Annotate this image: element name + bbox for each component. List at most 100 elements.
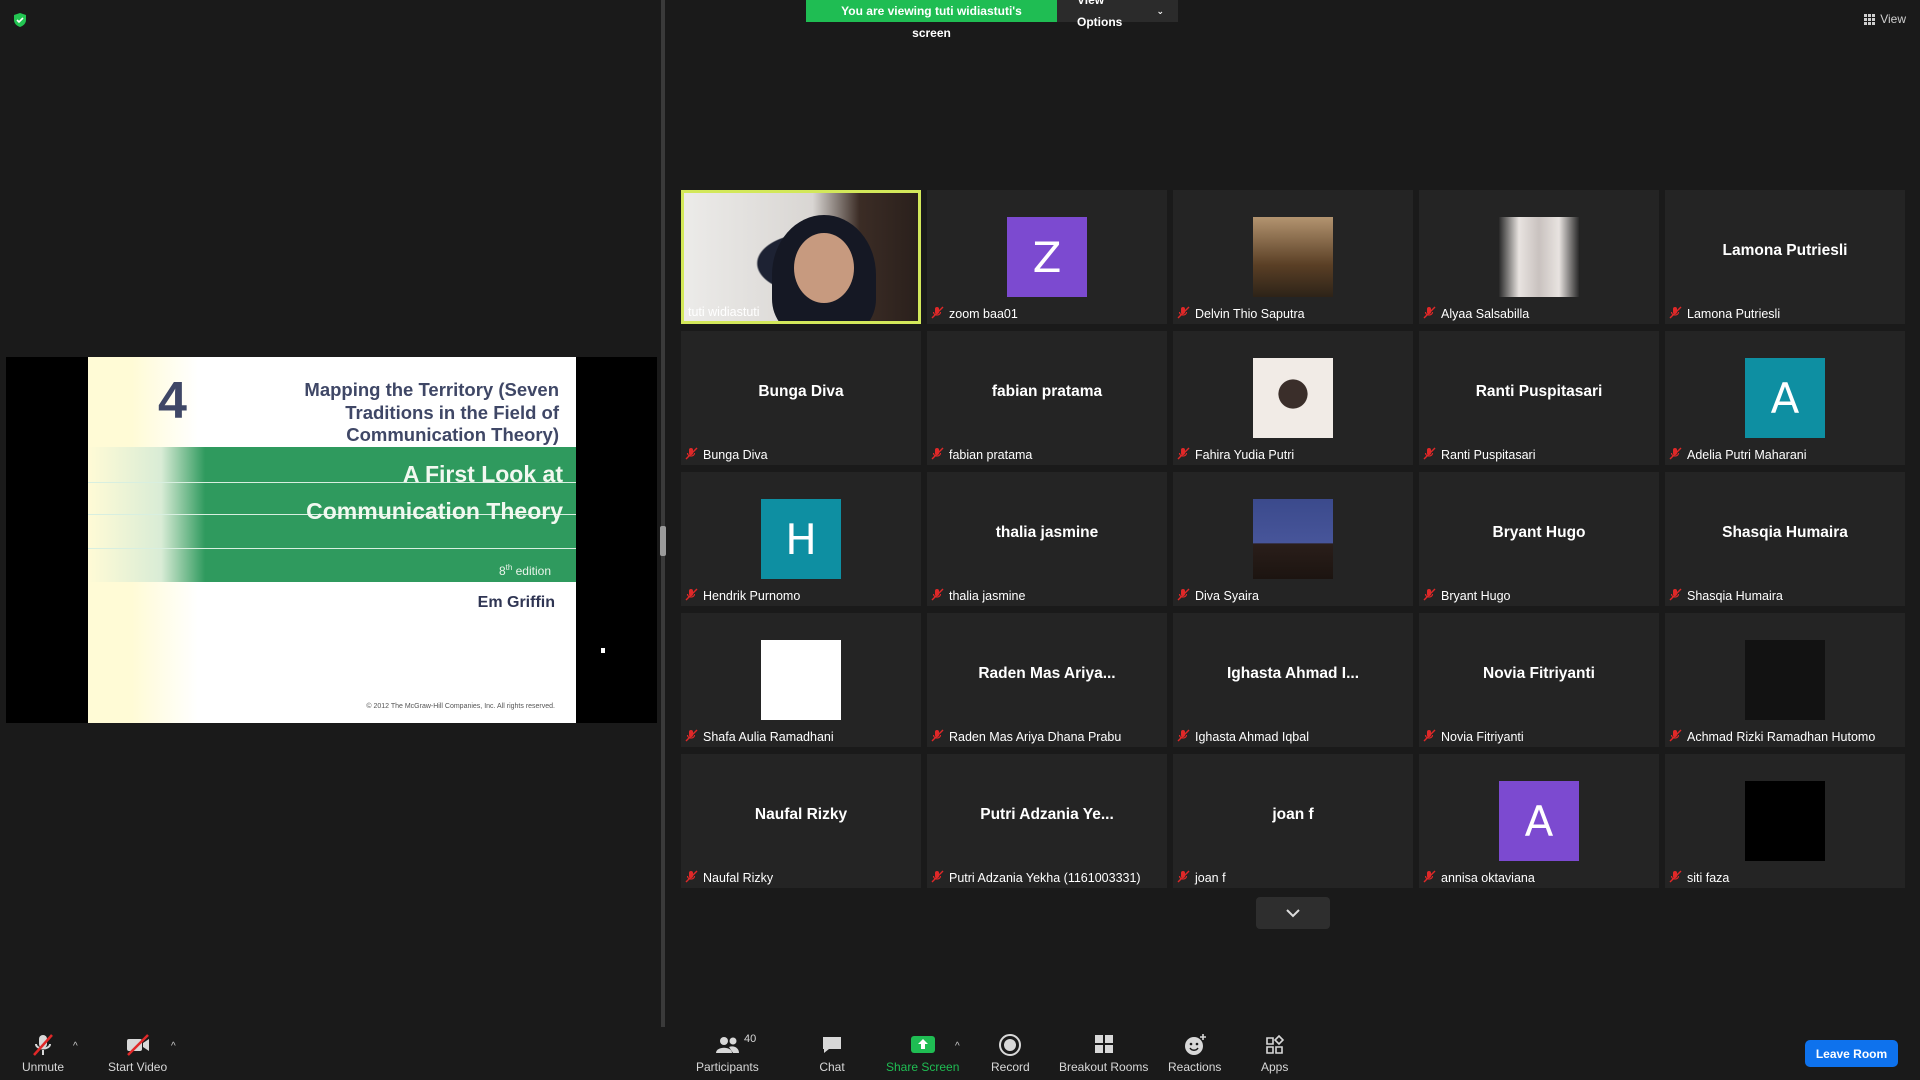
participant-display-name: Lamona Putriesli (1722, 242, 1848, 259)
muted-microphone-icon (685, 729, 698, 745)
participant-tile[interactable]: Diva Syaira (1173, 472, 1413, 606)
participant-display-name: Shasqia Humaira (1722, 524, 1848, 541)
muted-microphone-icon (931, 447, 944, 463)
panel-divider[interactable] (661, 0, 665, 1027)
avatar: H (761, 499, 841, 579)
participant-tile[interactable]: Ighasta Ahmad I... Ighasta Ahmad Iqbal (1173, 613, 1413, 747)
share-screen-label: Share Screen (886, 1060, 960, 1074)
participant-tile[interactable]: joan f joan f (1173, 754, 1413, 888)
chevron-down-icon (1286, 909, 1300, 918)
muted-microphone-icon (1669, 729, 1682, 745)
participant-tile[interactable]: Alyaa Salsabilla (1419, 190, 1659, 324)
unmute-button[interactable]: Unmute (22, 1033, 64, 1074)
participant-tile[interactable]: A Adelia Putri Maharani (1665, 331, 1905, 465)
participant-tile[interactable]: Fahira Yudia Putri (1173, 331, 1413, 465)
participant-name-tag: Novia Fitriyanti (1423, 729, 1524, 745)
encryption-shield-icon[interactable] (12, 12, 28, 28)
reactions-button[interactable]: Reactions (1168, 1033, 1221, 1074)
video-options-caret-icon[interactable]: ^ (171, 1041, 176, 1052)
participant-name-tag: Raden Mas Ariya Dhana Prabu (931, 729, 1121, 745)
more-participants-button[interactable] (1256, 897, 1330, 929)
participant-name: Lamona Putriesli (1687, 307, 1781, 321)
participant-name: Bryant Hugo (1441, 589, 1511, 603)
start-video-button[interactable]: Start Video (108, 1033, 167, 1074)
breakout-rooms-icon (1094, 1035, 1113, 1053)
participant-tile[interactable]: Shasqia Humaira Shasqia Humaira (1665, 472, 1905, 606)
participant-name: Alyaa Salsabilla (1441, 307, 1530, 321)
edition-number: 8 (498, 564, 506, 578)
participant-name: Adelia Putri Maharani (1687, 448, 1807, 462)
muted-microphone-icon (33, 1034, 53, 1056)
participant-name: Raden Mas Ariya Dhana Prabu (949, 730, 1122, 744)
participant-video-face (794, 233, 854, 303)
participant-name-tag: Naufal Rizky (685, 870, 773, 886)
participant-tile[interactable]: Bunga Diva Bunga Diva (681, 331, 921, 465)
participant-display-name: Naufal Rizky (754, 806, 848, 823)
participant-name: Naufal Rizky (703, 871, 774, 885)
meeting-toolbar: Unmute ^ Start Video ^ Participants 40 C… (0, 1027, 1920, 1080)
avatar: A (1499, 781, 1579, 861)
participant-name: tuti widiastuti (688, 305, 760, 319)
audio-options-caret-icon[interactable]: ^ (73, 1041, 78, 1052)
participant-tile[interactable]: Ranti Puspitasari Ranti Puspitasari (1419, 331, 1659, 465)
chat-button[interactable]: Chat (819, 1033, 845, 1074)
breakout-rooms-label: Breakout Rooms (1059, 1060, 1149, 1074)
participant-name: Hendrik Purnomo (703, 589, 801, 603)
participant-display-name: Bryant Hugo (1492, 524, 1586, 541)
muted-microphone-icon (931, 588, 944, 604)
avatar: A (1745, 358, 1825, 438)
participant-tile[interactable]: siti faza (1665, 754, 1905, 888)
breakout-rooms-button[interactable]: Breakout Rooms (1059, 1033, 1148, 1074)
muted-microphone-icon (1177, 588, 1190, 604)
participant-name: siti faza (1687, 871, 1730, 885)
participant-tile[interactable]: H Hendrik Purnomo (681, 472, 921, 606)
participant-tile[interactable]: Zzoom baa01 (927, 190, 1167, 324)
participant-name: Bunga Diva (703, 448, 768, 462)
participant-display-name: thalia jasmine (995, 524, 1099, 541)
reactions-label: Reactions (1168, 1060, 1222, 1074)
unmute-label: Unmute (22, 1060, 65, 1074)
muted-microphone-icon (1423, 306, 1436, 322)
participant-name-tag: Delvin Thio Saputra (1177, 306, 1305, 322)
participant-name-tag: Achmad Rizki Ramadhan Hutomo (1669, 729, 1875, 745)
participant-name-tag: zoom baa01 (931, 306, 1018, 322)
participant-tile[interactable]: fabian pratama fabian pratama (927, 331, 1167, 465)
participant-tile[interactable]: Shafa Aulia Ramadhani (681, 613, 921, 747)
participant-tile[interactable]: Lamona Putriesli Lamona Putriesli (1665, 190, 1905, 324)
participant-tile[interactable]: Aannisa oktaviana (1419, 754, 1659, 888)
participant-name: thalia jasmine (949, 589, 1026, 603)
muted-microphone-icon (1669, 870, 1682, 886)
participant-display-name: fabian pratama (991, 383, 1103, 400)
leave-room-button[interactable]: Leave Room (1805, 1040, 1898, 1067)
participant-name: Achmad Rizki Ramadhan Hutomo (1687, 730, 1876, 744)
participant-name-tag: Putri Adzania Yekha (1161003331) (931, 870, 1141, 886)
muted-microphone-icon (1423, 447, 1436, 463)
participant-name-tag: annisa oktaviana (1423, 870, 1535, 886)
chat-label: Chat (819, 1060, 845, 1074)
participant-tile[interactable]: tuti widiastuti (681, 190, 921, 324)
record-button[interactable]: Record (991, 1033, 1030, 1074)
video-off-icon (126, 1034, 149, 1056)
participant-name: Diva Syaira (1195, 589, 1259, 603)
participant-name: Novia Fitriyanti (1441, 730, 1524, 744)
participant-tile[interactable]: Bryant Hugo Bryant Hugo (1419, 472, 1659, 606)
muted-microphone-icon (1423, 870, 1436, 886)
divider-drag-handle[interactable] (660, 526, 666, 556)
participant-tile[interactable]: Achmad Rizki Ramadhan Hutomo (1665, 613, 1905, 747)
apps-label: Apps (1261, 1060, 1289, 1074)
participants-icon (716, 1037, 740, 1053)
screen-share-banner: You are viewing tuti widiastuti's screen… (806, 0, 1178, 40)
participant-tile[interactable]: Putri Adzania Ye... Putri Adzania Yekha (… (927, 754, 1167, 888)
share-options-caret-icon[interactable]: ^ (955, 1041, 960, 1052)
view-options-button[interactable]: View Options ⌄ (1057, 0, 1178, 29)
participant-tile[interactable]: Raden Mas Ariya... Raden Mas Ariya Dhana … (927, 613, 1167, 747)
participant-tile[interactable]: Novia Fitriyanti Novia Fitriyanti (1419, 613, 1659, 747)
share-screen-button[interactable]: Share Screen (886, 1033, 959, 1074)
participant-tile[interactable]: thalia jasmine thalia jasmine (927, 472, 1167, 606)
avatar (1253, 217, 1333, 297)
participant-tile[interactable]: Naufal Rizky Naufal Rizky (681, 754, 921, 888)
participant-display-name: Bunga Diva (758, 383, 844, 400)
participant-tile[interactable]: Delvin Thio Saputra (1173, 190, 1413, 324)
apps-button[interactable]: Apps (1261, 1033, 1288, 1074)
view-toggle-button[interactable]: View (1864, 12, 1906, 26)
